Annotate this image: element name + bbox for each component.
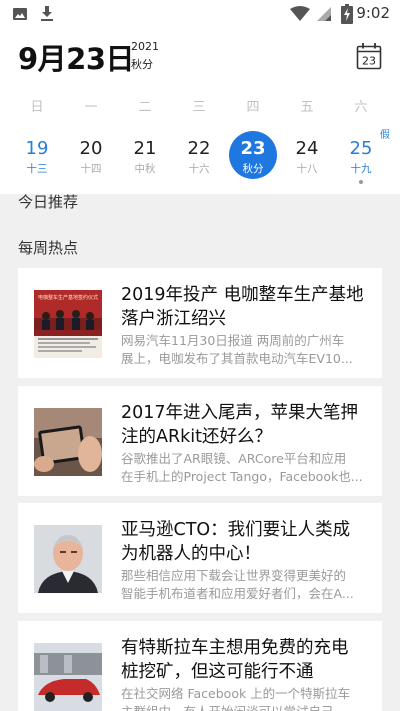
current-year: 2021 — [131, 40, 159, 53]
article-summary: 谷歌推出了AR眼镜、ARCore平台和应用 在手机上的Project Tango… — [121, 451, 363, 484]
day-number: 22 — [187, 138, 211, 159]
article-title: 2017年进入尾声，苹果大笔押 注的ARkit还好么？ — [121, 403, 359, 447]
day-number: 23 — [240, 138, 266, 159]
week-strip: 19 十三 20 十四 21 中秋 22 十六 23 秋分 24 十八 假 25… — [0, 130, 400, 190]
day-cell-25[interactable]: 假 25 十九 — [334, 130, 390, 184]
article-card[interactable]: 亚马逊CTO：我们要让人类成 为机器人的中心！ 那些相信应用下载会让世界变得更美… — [18, 503, 382, 613]
lunar-date: 十九 — [350, 163, 372, 175]
day-cell-19[interactable]: 19 十三 — [10, 134, 64, 184]
lunar-date: 十六 — [188, 163, 210, 175]
day-cell-22[interactable]: 22 十六 — [172, 134, 226, 184]
article-card[interactable]: 电咖整车生产基地签约仪式 2019年投产 电咖整车生产基地 落户浙江绍兴 网易汽… — [18, 268, 382, 378]
day-number: 24 — [295, 138, 319, 159]
lunar-date: 十八 — [296, 163, 318, 175]
status-time: 9:02 — [356, 4, 390, 22]
image-icon — [13, 8, 27, 20]
day-cell-23-selected[interactable]: 23 秋分 — [226, 131, 280, 184]
tablet-ar-photo — [34, 408, 102, 476]
weekday-sat: 六 — [354, 100, 368, 115]
day-number: 19 — [25, 138, 49, 159]
thumb-caption: 电咖整车生产基地签约仪式 — [38, 294, 98, 301]
weekday-wed: 三 — [192, 100, 206, 115]
holiday-badge: 假 — [380, 130, 390, 141]
day-cell-21[interactable]: 21 中秋 — [118, 134, 172, 184]
day-number: 25 — [349, 138, 373, 159]
article-summary: 网易汽车11月30日报道 两周前的广州车 展上，电咖发布了其首款电动汽车EV10… — [121, 333, 353, 366]
executive-portrait-photo — [34, 525, 102, 593]
lunar-date: 中秋 — [134, 163, 156, 175]
article-title: 2019年投产 电咖整车生产基地 落户浙江绍兴 — [121, 285, 364, 329]
day-number: 20 — [79, 138, 103, 159]
signing-ceremony-photo: 电咖整车生产基地签约仪式 — [34, 290, 102, 358]
article-title: 有特斯拉车主想用免费的充电 桩挖矿，但这可能行不通 — [121, 638, 349, 682]
calendar-icon-day: 23 — [362, 55, 376, 68]
weekday-sun: 日 — [30, 100, 44, 115]
weekday-fri: 五 — [300, 100, 314, 115]
day-cell-24[interactable]: 24 十八 — [280, 134, 334, 184]
article-summary: 那些相信应用下载会让世界变得更美好的 智能手机布道者和应用爱好者们，会在A... — [121, 568, 354, 601]
section-weekly-hot: 每周热点 — [18, 239, 79, 257]
signal-icon — [317, 7, 331, 21]
lunar-date: 秋分 — [242, 163, 264, 175]
article-title: 亚马逊CTO：我们要让人类成 为机器人的中心！ — [121, 520, 351, 564]
section-today-recommend: 今日推荐 — [18, 193, 79, 211]
lunar-date: 十三 — [26, 163, 48, 175]
weekday-mon: 一 — [84, 100, 98, 115]
article-summary: 在社交网络 Facebook 上的一个特斯拉车 主群组中，有人开始闲谈可以尝试自… — [121, 686, 351, 711]
wifi-icon — [290, 6, 310, 21]
day-number: 21 — [133, 138, 157, 159]
day-cell-20[interactable]: 20 十四 — [64, 134, 118, 184]
tesla-charging-photo — [34, 643, 102, 711]
battery-charging-icon — [341, 4, 353, 24]
weekday-tue: 二 — [138, 100, 152, 115]
calendar-header: 9月23日 2021 秋分 23 日 一 二 三 四 五 六 19 十三 20 … — [0, 28, 400, 194]
event-dot — [359, 180, 363, 184]
weekday-row: 日 一 二 三 四 五 六 — [0, 96, 400, 116]
status-bar: 9:02 — [0, 0, 400, 28]
article-card[interactable]: 有特斯拉车主想用免费的充电 桩挖矿，但这可能行不通 在社交网络 Facebook… — [18, 621, 382, 711]
lunar-date: 十四 — [80, 163, 102, 175]
current-date: 9月23日 — [18, 42, 135, 76]
article-card[interactable]: 2017年进入尾声，苹果大笔押 注的ARkit还好么？ 谷歌推出了AR眼镜、AR… — [18, 386, 382, 496]
calendar-icon: 23 — [356, 43, 382, 70]
weekday-thu: 四 — [246, 100, 260, 115]
download-icon — [41, 6, 53, 21]
calendar-today-button[interactable]: 23 — [356, 42, 382, 70]
solar-term: 秋分 — [131, 58, 153, 71]
